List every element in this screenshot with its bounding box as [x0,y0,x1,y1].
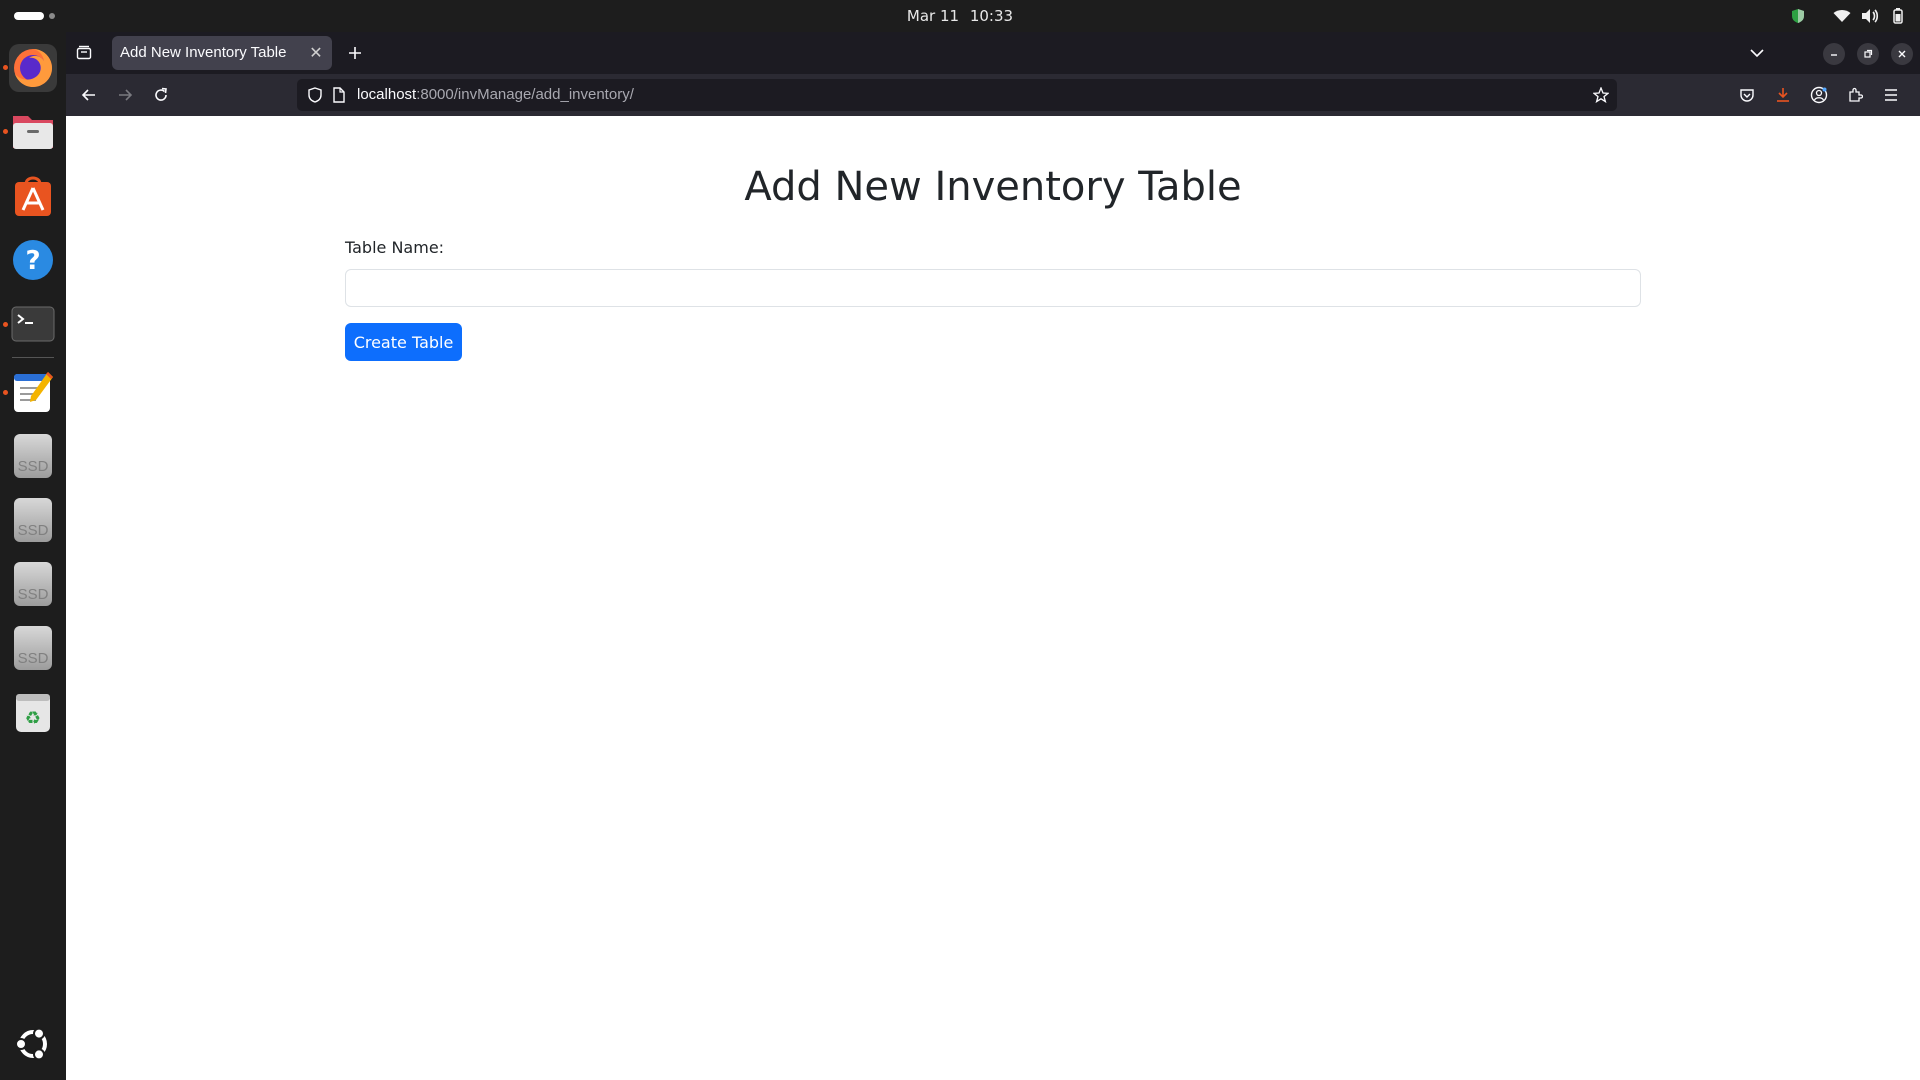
bookmark-star-icon[interactable] [1591,85,1611,105]
ssd-drive-icon[interactable]: SSD [9,624,57,672]
ubuntu-logo-icon[interactable] [9,1020,57,1068]
table-name-input[interactable] [345,269,1641,307]
help-icon[interactable]: ? [9,236,57,284]
running-indicator [3,322,8,327]
back-icon[interactable] [75,81,103,109]
files-icon[interactable] [9,108,57,156]
clock[interactable]: Mar 11 10:33 [0,0,1920,32]
system-tray[interactable] [1784,0,1912,32]
running-indicator [3,65,8,70]
running-indicator [3,390,8,395]
dock: ? SSD SSD SSD SSD ♻ [0,32,66,1080]
tab-add-new-inventory-table[interactable]: Add New Inventory Table ✕ [112,36,332,70]
clock-date: Mar 11 [906,7,960,25]
ssd-label: SSD [17,586,49,603]
volume-icon[interactable] [1856,0,1884,32]
ssd-drive-icon[interactable]: SSD [9,496,57,544]
restore-icon[interactable] [1857,43,1879,65]
create-table-button[interactable]: Create Table [345,323,462,361]
url-host: localhost [357,86,417,103]
page-title: Add New Inventory Table [744,164,1242,210]
menu-icon[interactable] [1877,81,1905,109]
ssd-label: SSD [17,458,49,475]
text-editor-icon[interactable] [9,368,57,416]
table-name-label: Table Name: [345,238,445,257]
running-indicator [3,129,8,134]
web-page: Add New Inventory Table Table Name: Crea… [66,116,1920,1080]
close-window-icon[interactable] [1891,43,1913,65]
downloads-icon[interactable] [1769,81,1797,109]
forward-icon[interactable] [111,81,139,109]
pocket-icon[interactable] [1733,81,1761,109]
terminal-icon[interactable] [9,300,57,348]
close-icon[interactable]: ✕ [306,43,326,63]
wifi-icon[interactable] [1828,0,1856,32]
url-path: :8000/invManage/add_inventory/ [416,86,634,103]
new-tab-icon[interactable] [341,39,369,67]
app-center-icon[interactable] [9,172,57,220]
minimize-icon[interactable] [1823,43,1845,65]
ssd-label: SSD [17,522,49,539]
browser-nav-bar: localhost:8000/invManage/add_inventory/ [66,74,1920,116]
shield-icon[interactable] [1784,0,1812,32]
system-top-bar: Mar 11 10:33 [0,0,1920,32]
ssd-drive-icon[interactable]: SSD [9,432,57,480]
url-bar[interactable]: localhost:8000/invManage/add_inventory/ [297,79,1617,111]
reload-icon[interactable] [147,81,175,109]
page-icon[interactable] [329,85,349,105]
firefox-icon[interactable] [9,44,57,92]
account-icon[interactable] [1805,81,1833,109]
dock-separator [12,357,54,358]
url-text[interactable]: localhost:8000/invManage/add_inventory/ [357,79,634,111]
browser-tab-bar: Add New Inventory Table ✕ [66,32,1920,74]
tab-title: Add New Inventory Table [120,44,287,61]
clock-time: 10:33 [969,7,1014,25]
svg-text:?: ? [25,246,40,276]
svg-text:♻: ♻ [25,708,41,729]
chevron-down-icon[interactable] [1743,39,1771,67]
battery-icon[interactable] [1884,0,1912,32]
extensions-icon[interactable] [1841,81,1869,109]
ssd-label: SSD [17,650,49,667]
firefox-view-icon[interactable] [70,39,98,67]
ssd-drive-icon[interactable]: SSD [9,560,57,608]
shield-icon[interactable] [305,85,325,105]
trash-icon[interactable]: ♻ [9,688,57,736]
